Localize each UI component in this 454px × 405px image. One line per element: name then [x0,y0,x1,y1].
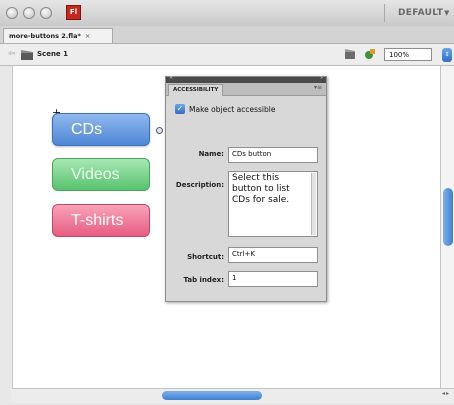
make-accessible-checkbox[interactable]: ✓ [175,104,185,114]
edit-bar: ⇦ Scene 1 100% ⇕ [0,44,454,66]
cds-button-label: CDs [71,121,103,138]
accessibility-tab[interactable]: ACCESSIBILITY [168,84,224,96]
scroll-arrows-icon[interactable]: ◂▸ [442,390,450,397]
zoom-select[interactable]: 100% [384,48,432,61]
edit-symbols-icon[interactable] [364,48,376,60]
back-arrow-icon[interactable]: ⇦ [8,49,16,59]
videos-button-label: Videos [71,166,120,183]
panel-menu-icon[interactable]: ▾≡ [314,84,322,91]
zoom-window-button[interactable] [40,7,52,19]
vertical-scrollbar[interactable] [440,66,454,388]
description-label: Description: [175,181,224,189]
description-text: Select this button to list CDs for sale. [232,173,290,205]
chevron-down-icon[interactable]: ▼ [444,9,449,17]
videos-button[interactable]: Videos [52,158,150,191]
clapperboard-icon [21,50,33,60]
panel-tab-row: ACCESSIBILITY ▾≡ [166,83,326,96]
vertical-scroll-thumb[interactable] [443,188,453,246]
description-field[interactable]: Select this button to list CDs for sale. [228,171,318,237]
close-tab-icon[interactable]: × [85,32,90,40]
scene-label[interactable]: Scene 1 [37,50,68,58]
close-window-button[interactable] [6,7,18,19]
horizontal-scroll-thumb[interactable] [162,391,262,400]
tshirts-button-label: T-shirts [71,212,124,229]
tshirts-button[interactable]: T-shirts [52,204,150,237]
name-field[interactable]: CDs button [228,147,318,163]
minimize-window-button[interactable] [23,7,35,19]
window-titlebar: Fl DEFAULT ▼ [0,0,454,27]
flash-app-icon: Fl [66,5,81,20]
description-scrollbar[interactable] [311,173,316,235]
edit-scene-icon[interactable] [344,48,356,60]
registration-point-icon [156,127,163,134]
shortcut-label: Shortcut: [187,253,224,261]
panel-collapse-icon[interactable]: » [320,75,323,81]
tab-index-field[interactable]: 1 [228,271,318,287]
zoom-stepper[interactable]: ⇕ [442,48,452,62]
document-tab-bar: more-buttons 2.fla* × [0,26,454,44]
tab-index-label: Tab index: [183,276,225,284]
document-tab-label: more-buttons 2.fla* [9,32,81,40]
shortcut-field[interactable]: Ctrl+K [228,247,318,263]
document-tab[interactable]: more-buttons 2.fla* × [3,28,113,43]
name-label: Name: [198,150,224,158]
titlebar-divider [384,4,385,22]
cds-button[interactable]: CDs [52,113,163,146]
workspace-switcher[interactable]: DEFAULT [398,8,443,18]
accessibility-panel: ✕ » ACCESSIBILITY ▾≡ ✓ Make object acces… [165,75,327,302]
make-accessible-label: Make object accessible [189,105,276,114]
horizontal-scrollbar[interactable]: ◂▸ [12,388,454,403]
panel-close-icon[interactable]: ✕ [169,75,173,81]
